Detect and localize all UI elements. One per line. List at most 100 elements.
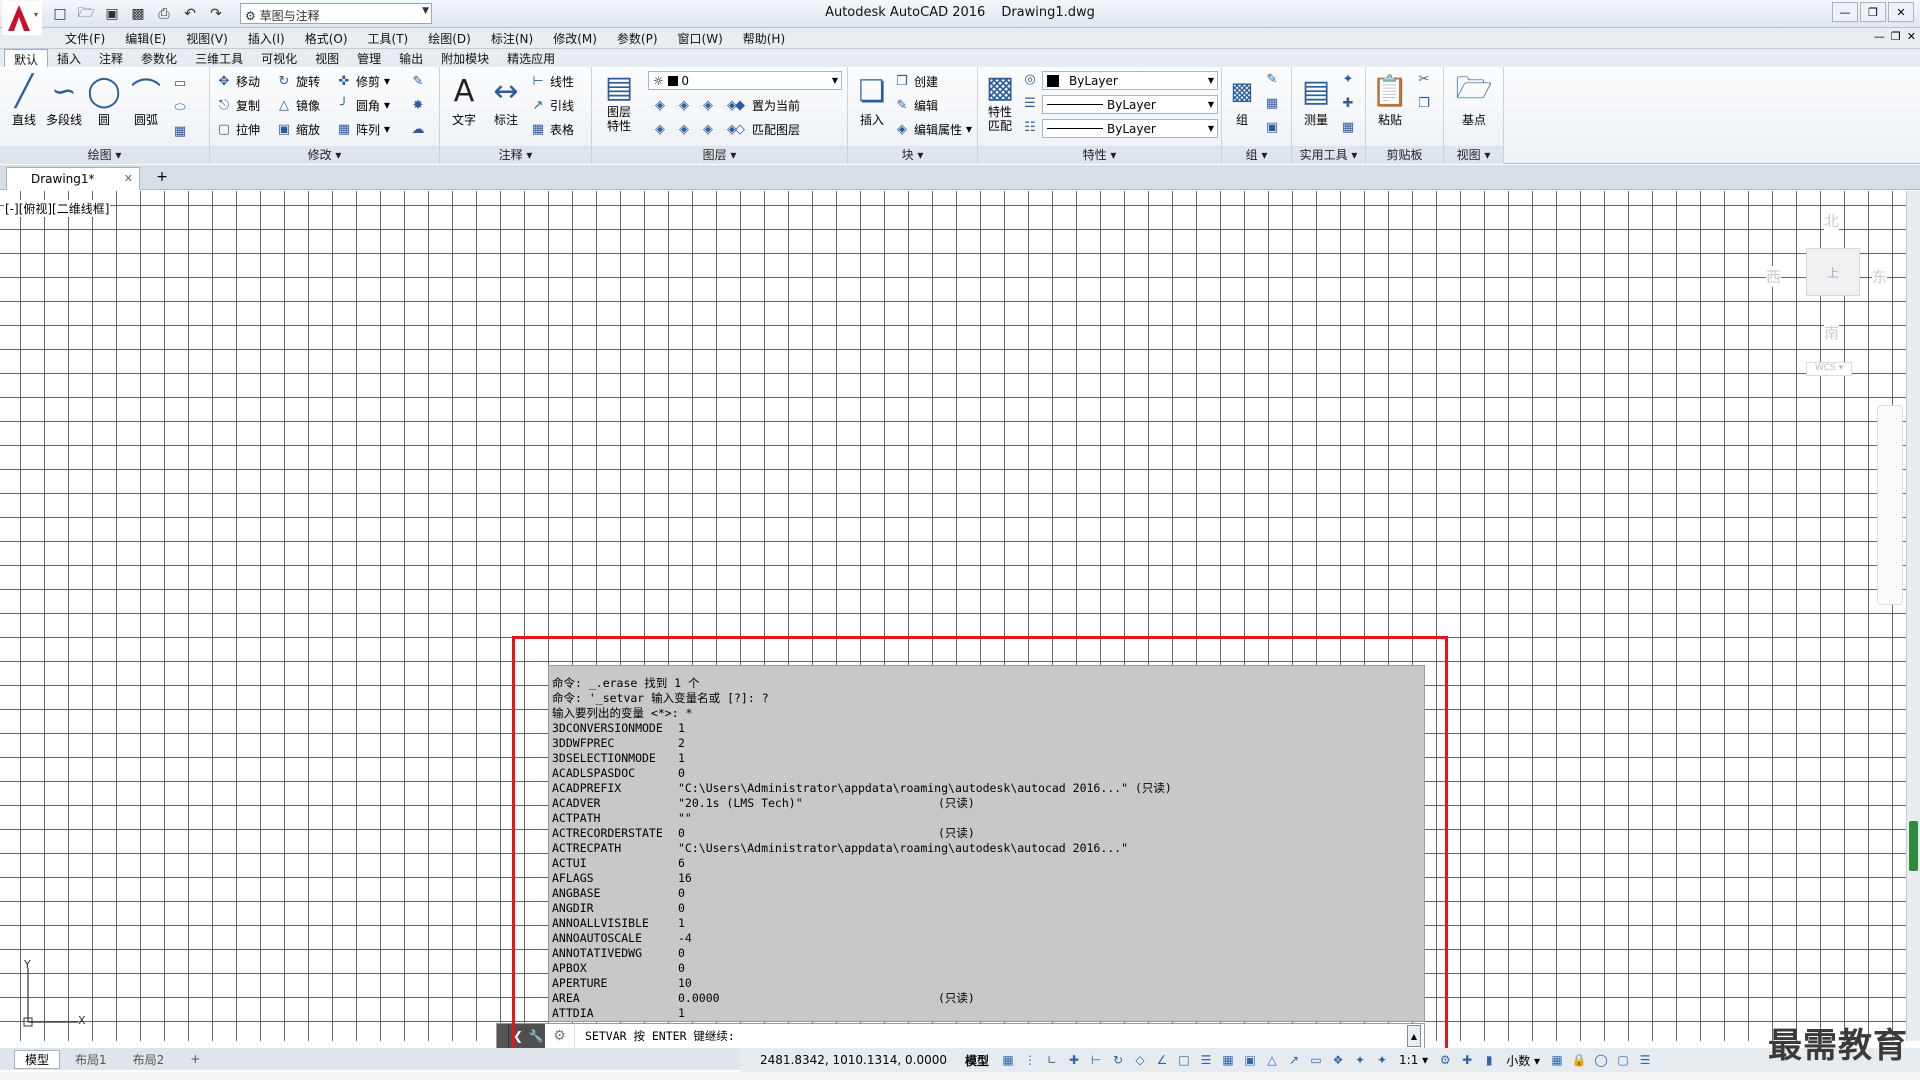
annotation-scale[interactable]: 1:1 ▾ xyxy=(1393,1053,1434,1067)
layer-thaw-icon[interactable]: ◈ xyxy=(700,121,716,137)
tab-layout2[interactable]: 布局2 xyxy=(122,1050,176,1069)
tab-layout1[interactable]: 布局1 xyxy=(64,1050,118,1069)
layer-off-icon[interactable]: ◈ xyxy=(652,97,668,113)
insert-block-button[interactable]: ❏ 插入 xyxy=(850,71,894,128)
save-as-icon[interactable]: ▩ xyxy=(128,4,148,24)
layer-freeze-icon[interactable]: ◈ xyxy=(700,97,716,113)
mirror-button[interactable]: △ 镜像 xyxy=(276,95,320,115)
circle-button[interactable]: ◯ 圆 xyxy=(82,71,126,128)
tab-output[interactable]: 输出 xyxy=(390,49,432,67)
polar-tracking-icon[interactable]: ↻ xyxy=(1109,1051,1127,1069)
group-select-icon[interactable]: ▣ xyxy=(1264,119,1280,135)
3d-osnap-icon[interactable]: △ xyxy=(1263,1051,1281,1069)
create-block-button[interactable]: ❒ 创建 xyxy=(894,71,938,91)
layer-dropdown[interactable]: ☼ 0 ▼ xyxy=(648,71,842,90)
selection-filter-icon[interactable]: ▭ xyxy=(1307,1051,1325,1069)
new-icon[interactable]: □ xyxy=(50,4,70,24)
doc-minimize-icon[interactable]: — xyxy=(1874,30,1885,43)
scrollbar-thumb[interactable] xyxy=(1909,821,1918,871)
cut-icon[interactable]: ✂ xyxy=(1416,71,1432,87)
save-icon[interactable]: ▣ xyxy=(102,4,122,24)
units-selector[interactable]: 小数 ▾ xyxy=(1500,1052,1546,1069)
isodraft-icon[interactable]: ◇ xyxy=(1131,1051,1149,1069)
edit-block-button[interactable]: ✎ 编辑 xyxy=(894,95,938,115)
base-view-button[interactable]: 🗁 基点 xyxy=(1452,71,1496,128)
customize-wrench-icon[interactable]: 🔧 xyxy=(527,1024,545,1048)
ortho-icon[interactable]: ⊢ xyxy=(1087,1051,1105,1069)
clean-screen-icon[interactable]: ▢ xyxy=(1614,1051,1632,1069)
selection-cycling-icon[interactable]: ▣ xyxy=(1241,1051,1259,1069)
tab-model[interactable]: 模型 xyxy=(14,1049,61,1069)
doc-restore-icon[interactable]: ❐ xyxy=(1891,30,1901,43)
explode-button[interactable]: ✸ xyxy=(410,95,426,115)
tab-insert[interactable]: 插入 xyxy=(48,49,90,67)
lineweight-toggle-icon[interactable]: ☰ xyxy=(1197,1051,1215,1069)
command-history-toggle-icon[interactable]: ▲ xyxy=(1407,1025,1421,1047)
menu-format[interactable]: 格式(O) xyxy=(295,30,358,47)
model-space-toggle[interactable]: 模型 xyxy=(957,1052,997,1069)
close-icon[interactable]: ✕ xyxy=(1888,2,1914,22)
grid-icon[interactable]: ▦ xyxy=(999,1051,1017,1069)
minimize-icon[interactable]: — xyxy=(1832,2,1858,22)
table-button[interactable]: ▦ 表格 xyxy=(530,119,574,139)
arc-button[interactable]: ⌒ 圆弧 xyxy=(124,71,168,128)
quick-properties-icon[interactable]: ▦ xyxy=(1548,1051,1566,1069)
panel-title-block[interactable]: 块 ▾ xyxy=(848,146,977,164)
wcs-menu[interactable]: WCS ▾ xyxy=(1806,362,1852,376)
rotate-button[interactable]: ↻ 旋转 xyxy=(276,71,320,91)
group-edit-icon[interactable]: ▦ xyxy=(1264,95,1280,111)
line-button[interactable]: ╱ 直线 xyxy=(2,71,46,128)
coordinates-readout[interactable]: 2481.8342, 1010.1314, 0.0000 xyxy=(740,1053,957,1067)
workspace-switch-icon[interactable]: ⚙ xyxy=(1436,1051,1454,1069)
close-tab-icon[interactable]: ✕ xyxy=(124,172,133,185)
panel-title-annotation[interactable]: 注释 ▾ xyxy=(440,146,591,164)
layer-lock-icon[interactable]: ◈ xyxy=(724,97,740,113)
match-properties-button[interactable]: ▩ 特性 匹配 xyxy=(980,71,1020,134)
menu-view[interactable]: 视图(V) xyxy=(176,30,238,47)
panel-title-clipboard[interactable]: 剪贴板 xyxy=(1366,146,1443,164)
viewcube-south[interactable]: 南 xyxy=(1824,322,1840,343)
match-layer-button[interactable]: ◇ 匹配图层 xyxy=(732,119,800,139)
color-wheel-icon[interactable]: ◎ xyxy=(1022,71,1038,87)
stretch-button[interactable]: ▢ 拉伸 xyxy=(216,119,260,139)
restore-icon[interactable]: ❐ xyxy=(1860,2,1886,22)
customization-icon[interactable]: ☰ xyxy=(1636,1051,1654,1069)
viewcube-north[interactable]: 北 xyxy=(1824,210,1840,231)
layer-unlock-icon[interactable]: ◈ xyxy=(724,121,740,137)
close-command-line-icon[interactable]: ❮ xyxy=(509,1024,527,1048)
infer-constraints-icon[interactable]: ∟ xyxy=(1043,1051,1061,1069)
workspace-select[interactable]: ⚙ 草图与注释 ▼ xyxy=(240,3,432,24)
vertical-scrollbar[interactable] xyxy=(1906,191,1920,1041)
autocad-logo-button[interactable] xyxy=(2,1,42,35)
file-tab-drawing1[interactable]: Drawing1* ✕ xyxy=(6,167,140,190)
menu-draw[interactable]: 绘图(D) xyxy=(418,30,481,47)
viewport-controls[interactable]: [-][俯视][二维线框] xyxy=(4,200,111,217)
panel-title-properties[interactable]: 特性 ▾ xyxy=(978,146,1221,164)
lock-ui-icon[interactable]: 🔒 xyxy=(1570,1051,1588,1069)
units-icon[interactable]: ▮ xyxy=(1480,1051,1498,1069)
annotation-monitor-icon[interactable]: ✚ xyxy=(1458,1051,1476,1069)
menu-file[interactable]: 文件(F) xyxy=(55,30,115,47)
undo-icon[interactable]: ↶ xyxy=(180,4,200,24)
panel-title-view[interactable]: 视图 ▾ xyxy=(1444,146,1503,164)
annotation-visibility-icon[interactable]: ✦ xyxy=(1351,1051,1369,1069)
copy-clip-icon[interactable]: ❐ xyxy=(1416,95,1432,111)
fillet-button[interactable]: ╯ 圆角 ▾ xyxy=(336,95,390,115)
linetype-icon[interactable]: ☷ xyxy=(1022,119,1038,135)
paste-button[interactable]: 📋 粘贴 xyxy=(1368,71,1412,128)
ellipse-button[interactable]: ⬭ xyxy=(172,97,188,117)
menu-tools[interactable]: 工具(T) xyxy=(358,30,419,47)
tab-3d-tools[interactable]: 三维工具 xyxy=(186,49,252,67)
copy-button[interactable]: ⎋ 复制 xyxy=(216,95,260,115)
command-history[interactable]: 命令: _.erase 找到 1 个 命令: '_setvar 输入变量名或 [… xyxy=(548,665,1425,1022)
layer-unisolate-icon[interactable]: ◈ xyxy=(676,121,692,137)
viewcube-west[interactable]: 西 xyxy=(1766,266,1782,287)
quick-select-icon[interactable]: ✦ xyxy=(1340,71,1356,87)
menu-insert[interactable]: 插入(I) xyxy=(238,30,295,47)
add-layout-button[interactable]: + xyxy=(179,1051,211,1067)
menu-window[interactable]: 窗口(W) xyxy=(668,30,733,47)
text-button[interactable]: A 文字 xyxy=(442,71,486,128)
command-line-grip[interactable] xyxy=(497,1024,509,1048)
layer-on-icon[interactable]: ◈ xyxy=(652,121,668,137)
tab-visualize[interactable]: 可视化 xyxy=(252,49,306,67)
